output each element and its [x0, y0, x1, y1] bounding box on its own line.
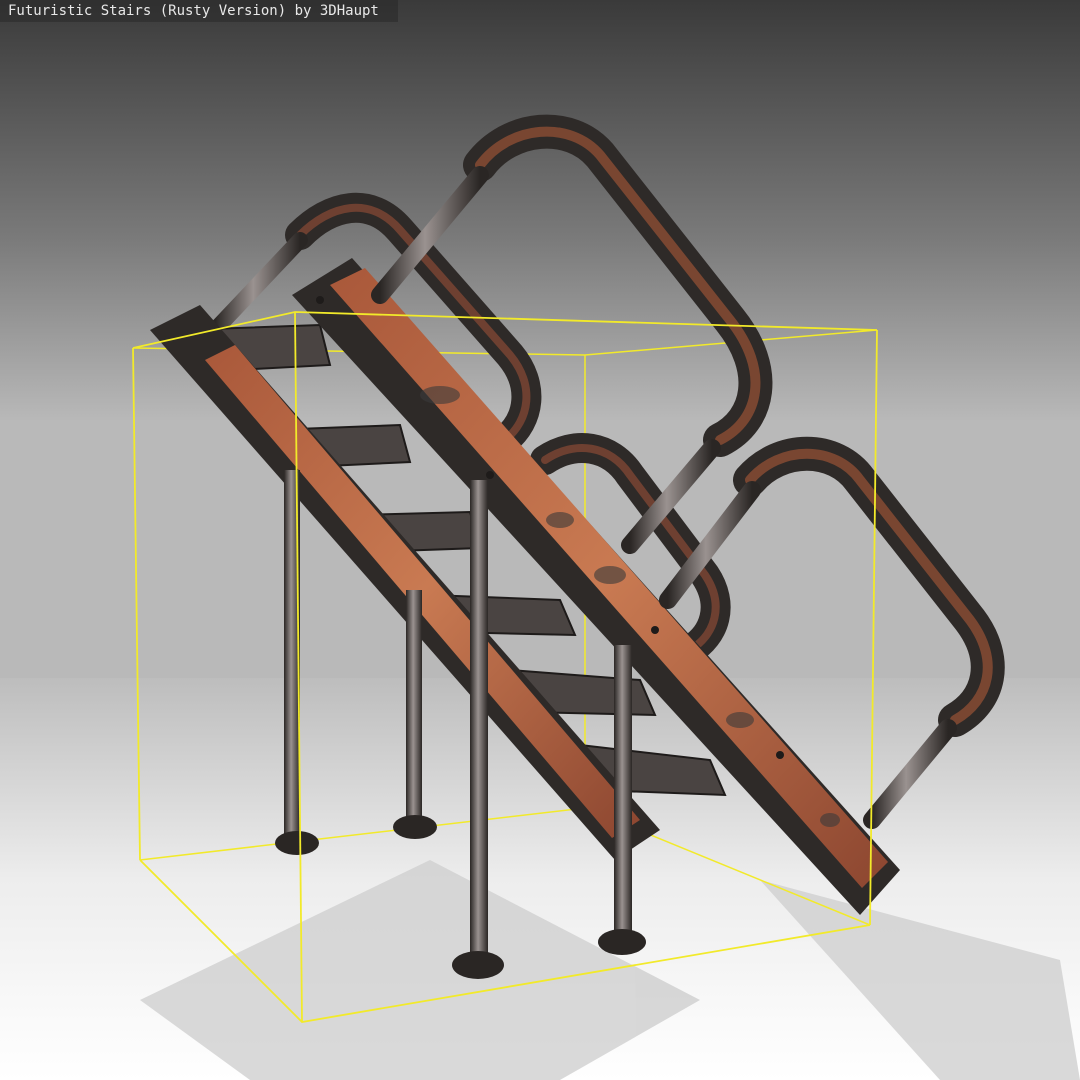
scene-render	[0, 0, 1080, 1080]
model-title: Futuristic Stairs (Rusty Version) by 3DH…	[0, 0, 398, 22]
3d-viewport[interactable]	[0, 0, 1080, 1080]
